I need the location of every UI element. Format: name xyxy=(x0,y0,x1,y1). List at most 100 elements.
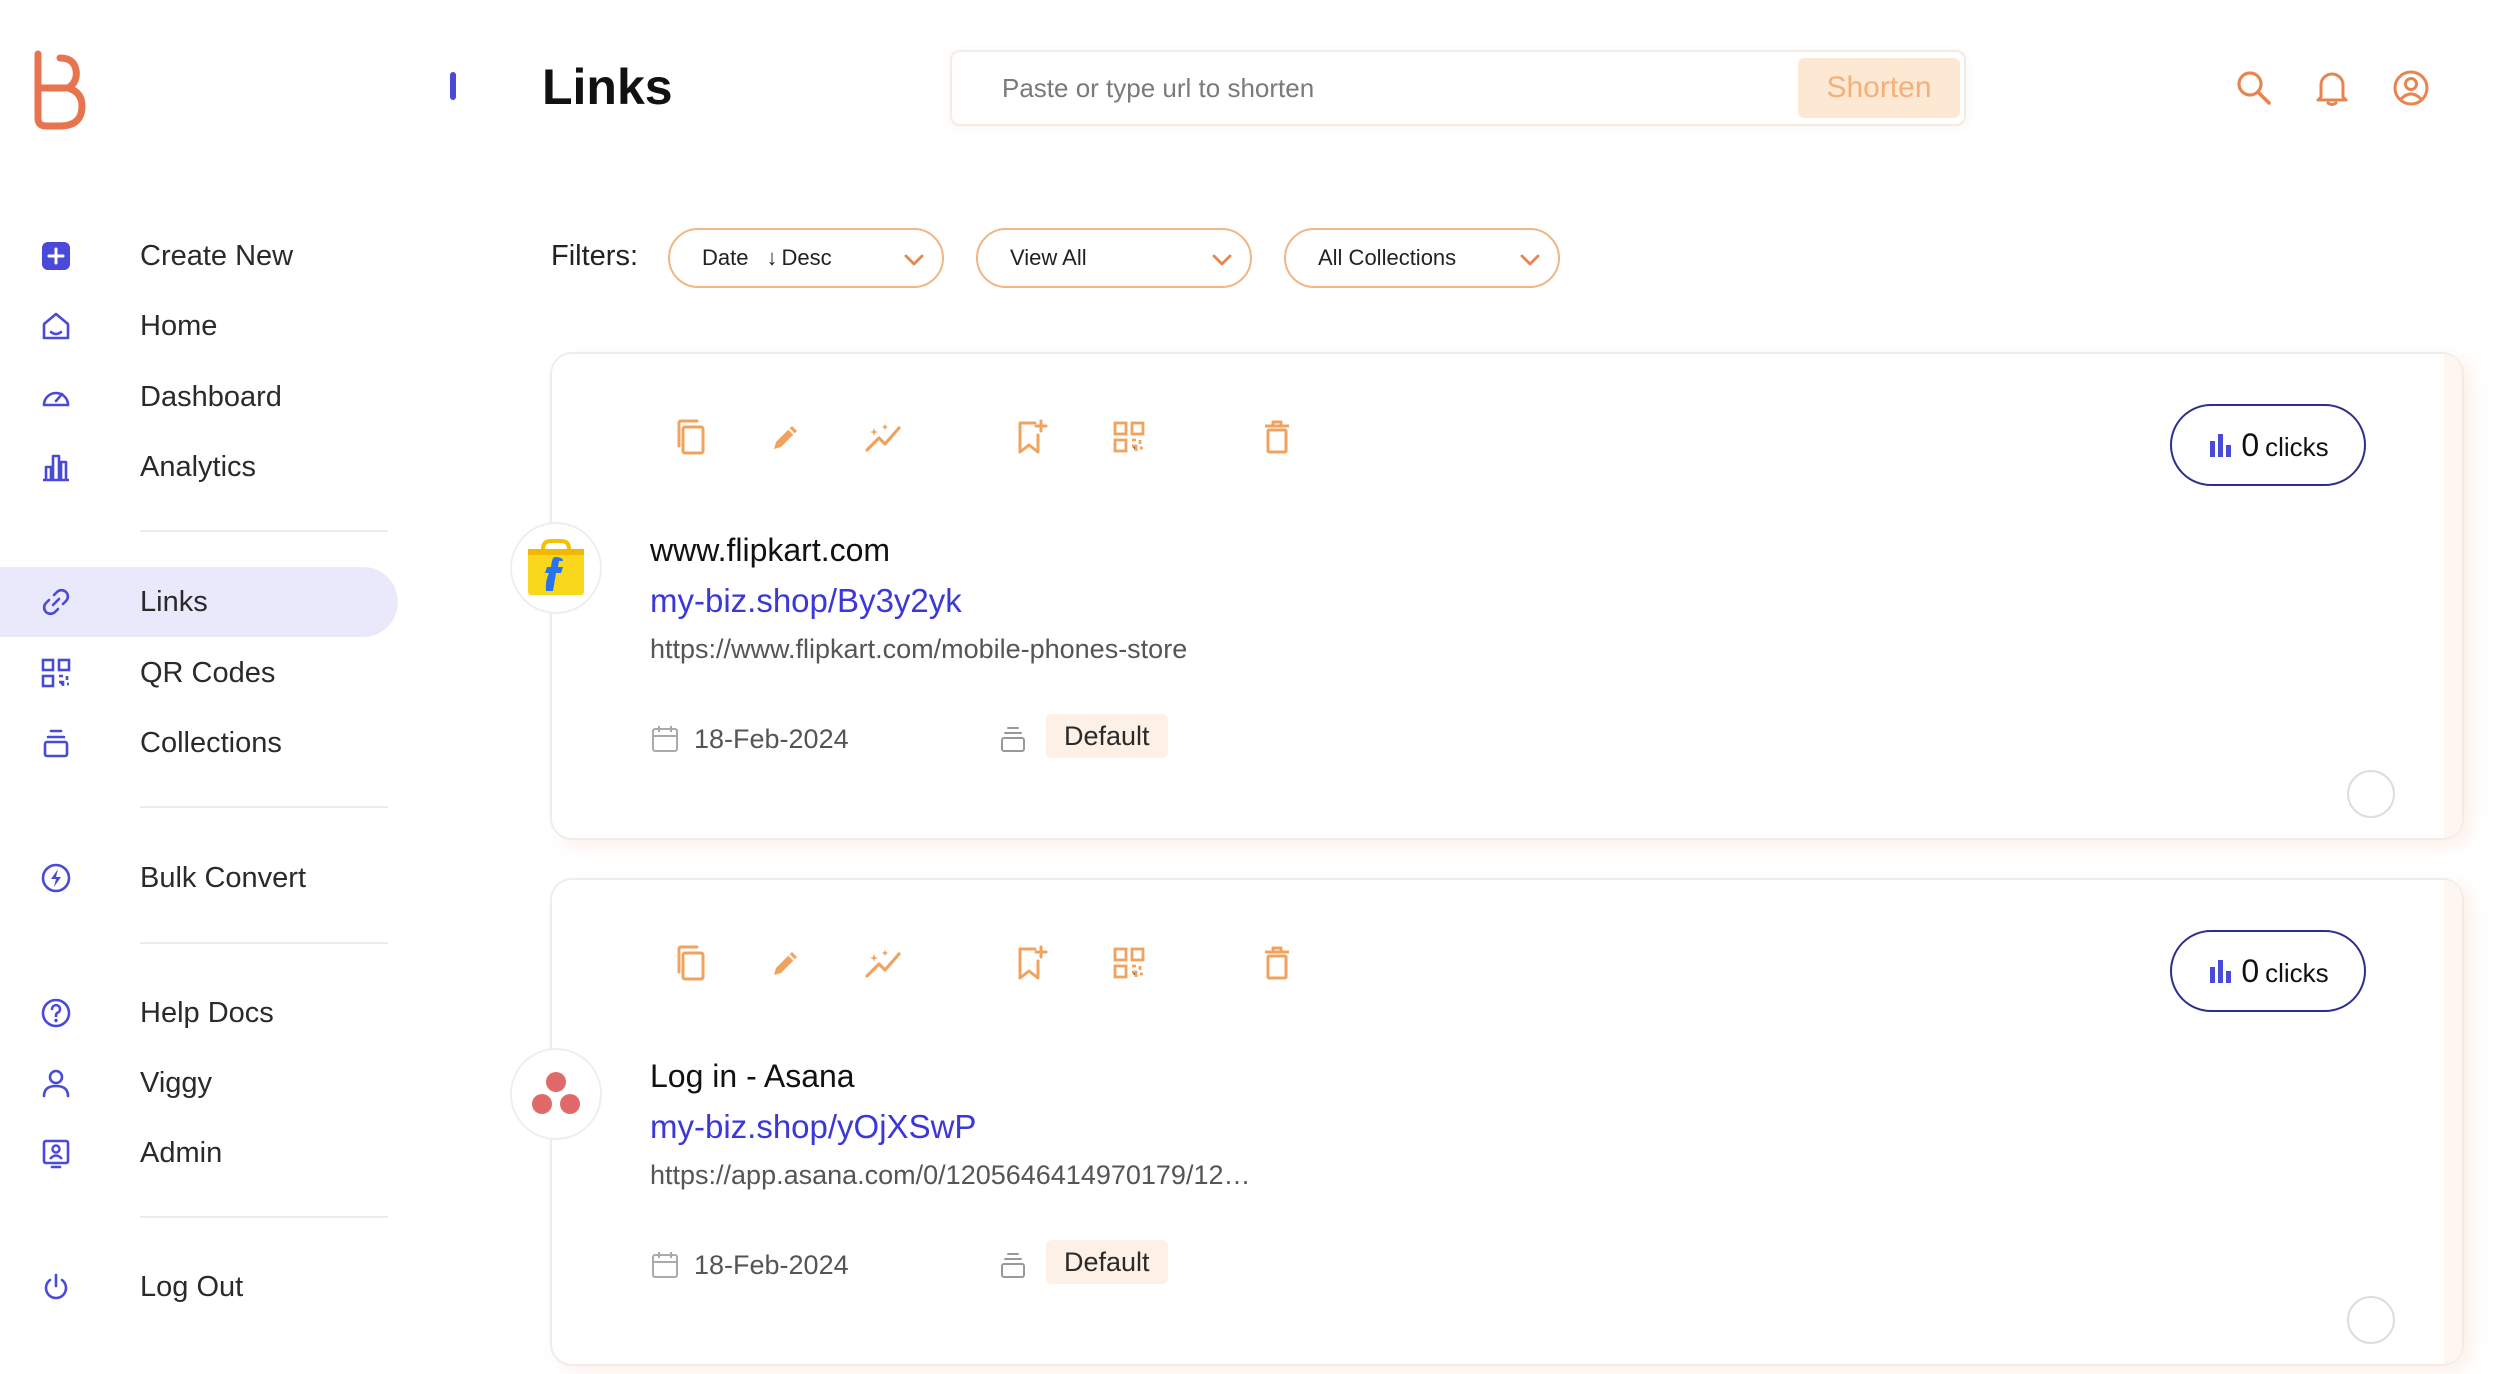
magic-wand-icon[interactable] xyxy=(862,942,904,984)
bar-chart-icon xyxy=(38,449,74,485)
lightning-icon xyxy=(38,860,74,896)
sidebar-item-collections[interactable]: Collections xyxy=(0,708,398,778)
short-url-link[interactable]: my-biz.shop/yOjXSwP xyxy=(650,1108,976,1146)
calendar-icon xyxy=(652,1252,678,1278)
clicks-label: clicks xyxy=(2265,957,2329,988)
sidebar-item-bulk-convert[interactable]: Bulk Convert xyxy=(0,843,398,913)
url-shorten-bar: Shorten xyxy=(950,50,1966,126)
power-icon xyxy=(38,1269,74,1305)
copy-icon[interactable] xyxy=(670,942,712,984)
collection-tag[interactable]: Default xyxy=(1046,714,1168,758)
sidebar-item-links[interactable]: Links xyxy=(0,567,398,637)
sidebar-item-home[interactable]: Home xyxy=(0,291,398,361)
clicks-button[interactable]: 0 clicks xyxy=(2170,404,2366,486)
sidebar-item-label: Bulk Convert xyxy=(140,861,307,894)
sidebar-item-label: Home xyxy=(140,309,218,342)
clicks-count: 0 xyxy=(2241,952,2260,989)
sidebar-item-label: Dashboard xyxy=(140,380,282,413)
link-card: 0 clicks Log in - Asana my-biz.shop/yOjX… xyxy=(510,878,2464,1366)
trash-icon[interactable] xyxy=(1256,416,1298,458)
clicks-button[interactable]: 0 clicks xyxy=(2170,930,2366,1012)
link-title: www.flipkart.com xyxy=(650,532,891,568)
select-checkbox[interactable] xyxy=(2347,770,2395,818)
sidebar-item-log-out[interactable]: Log Out xyxy=(0,1252,398,1322)
card-edge xyxy=(2444,354,2462,838)
help-circle-icon xyxy=(38,995,74,1031)
chevron-down-icon xyxy=(904,254,924,266)
select-checkbox[interactable] xyxy=(2347,1296,2395,1344)
arrow-down-icon: ↓ xyxy=(766,245,778,270)
link-title: Log in - Asana xyxy=(650,1058,855,1094)
bell-icon[interactable] xyxy=(2312,68,2352,108)
created-date: 18-Feb-2024 xyxy=(694,724,849,754)
speedometer-icon xyxy=(38,379,74,415)
bookmark-add-icon[interactable] xyxy=(1010,416,1052,458)
long-url: https://www.flipkart.com/mobile-phones-s… xyxy=(650,634,1188,664)
search-icon[interactable] xyxy=(2234,68,2274,108)
magic-wand-icon[interactable] xyxy=(862,416,904,458)
user-icon xyxy=(38,1065,74,1101)
asana-logo-icon xyxy=(510,1048,602,1140)
shorten-button[interactable]: Shorten xyxy=(1798,58,1960,118)
edit-icon[interactable] xyxy=(765,942,807,984)
sidebar-item-label: Viggy xyxy=(140,1066,213,1099)
nav-divider xyxy=(140,1216,388,1218)
link-icon xyxy=(38,584,74,620)
sidebar-item-qr-codes[interactable]: QR Codes xyxy=(0,638,398,708)
sidebar-item-create-new[interactable]: Create New xyxy=(0,221,398,291)
qr-code-icon xyxy=(38,655,74,691)
sidebar-item-label: Log Out xyxy=(140,1270,244,1303)
nav-divider xyxy=(140,942,388,944)
view-filter-label: View All xyxy=(1010,245,1087,270)
edit-icon[interactable] xyxy=(765,416,807,458)
home-icon xyxy=(38,308,74,344)
short-url-link[interactable]: my-biz.shop/By3y2yk xyxy=(650,582,962,620)
sidebar-item-viggy[interactable]: Viggy xyxy=(0,1048,398,1118)
copy-icon[interactable] xyxy=(670,416,712,458)
flipkart-logo-icon xyxy=(510,522,602,614)
qr-code-icon[interactable] xyxy=(1108,942,1150,984)
sidebar-item-label: Analytics xyxy=(140,450,257,483)
bookmark-add-icon[interactable] xyxy=(1010,942,1052,984)
chevron-down-icon xyxy=(1212,254,1232,266)
url-input[interactable] xyxy=(1002,68,1782,108)
sidebar-item-label: Collections xyxy=(140,726,282,759)
sort-field-label: Date xyxy=(702,245,749,270)
link-card: 0 clicks www.flipkart.com my-biz.shop/By… xyxy=(510,352,2464,840)
sidebar-item-label: Links xyxy=(140,585,208,618)
trash-icon[interactable] xyxy=(1256,942,1298,984)
clicks-label: clicks xyxy=(2265,431,2329,462)
plus-square-icon xyxy=(38,238,74,274)
nav-divider xyxy=(140,806,388,808)
sidebar-item-admin[interactable]: Admin xyxy=(0,1118,398,1188)
stack-icon xyxy=(1001,1253,1025,1278)
collections-filter[interactable]: All Collections xyxy=(1284,228,1560,288)
stack-icon xyxy=(1001,727,1025,752)
calendar-icon xyxy=(652,726,678,752)
long-url: https://app.asana.com/0/1205646414970179… xyxy=(650,1160,1251,1190)
nav-divider xyxy=(140,530,388,532)
sidebar-item-label: Admin xyxy=(140,1136,223,1169)
bar-chart-icon xyxy=(2210,434,2232,457)
clicks-count: 0 xyxy=(2241,426,2260,463)
sidebar-toggle[interactable] xyxy=(450,72,456,100)
collection-tag[interactable]: Default xyxy=(1046,1240,1168,1284)
view-filter[interactable]: View All xyxy=(976,228,1252,288)
admin-badge-icon xyxy=(38,1135,74,1171)
sidebar-item-label: Create New xyxy=(140,239,294,272)
app-logo[interactable] xyxy=(30,50,90,130)
stack-icon xyxy=(38,725,74,761)
sidebar-item-label: QR Codes xyxy=(140,656,276,689)
sort-order-label: Desc xyxy=(781,245,832,270)
date-sort-filter[interactable]: Date ↓ Desc xyxy=(668,228,944,288)
user-circle-icon[interactable] xyxy=(2391,68,2431,108)
bar-chart-icon xyxy=(2210,960,2232,983)
chevron-down-icon xyxy=(1520,254,1540,266)
sidebar-item-analytics[interactable]: Analytics xyxy=(0,432,398,502)
card-edge xyxy=(2444,880,2462,1364)
sidebar-item-label: Help Docs xyxy=(140,996,274,1029)
created-date: 18-Feb-2024 xyxy=(694,1250,849,1280)
sidebar-item-help-docs[interactable]: Help Docs xyxy=(0,978,398,1048)
qr-code-icon[interactable] xyxy=(1108,416,1150,458)
sidebar-item-dashboard[interactable]: Dashboard xyxy=(0,362,398,432)
